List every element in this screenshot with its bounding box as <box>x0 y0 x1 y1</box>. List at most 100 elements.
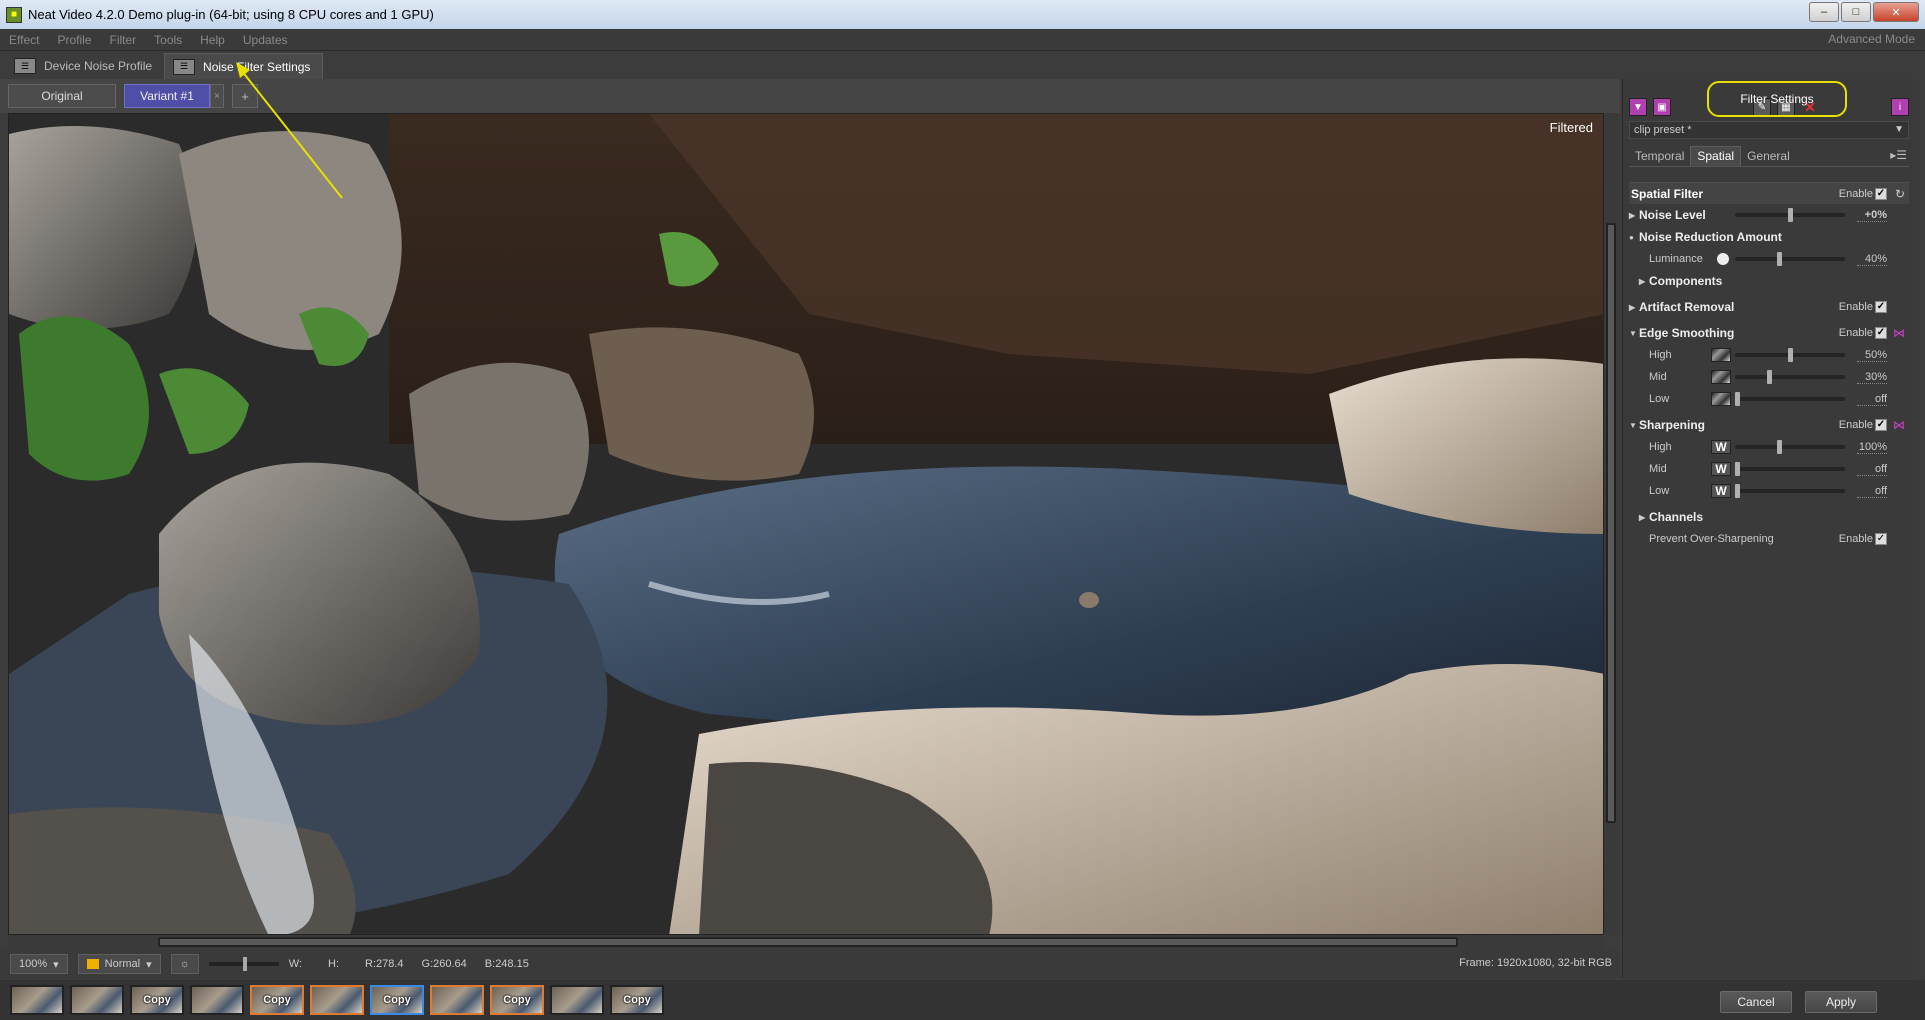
slider-knob[interactable] <box>1767 370 1772 384</box>
zoom-value: 100% <box>19 958 48 970</box>
edge-mid-value[interactable]: 30% <box>1857 371 1887 384</box>
original-button[interactable]: Original <box>8 84 116 108</box>
frame-thumbnail[interactable] <box>430 985 484 1015</box>
preset-dropdown[interactable]: clip preset * ▼ <box>1629 121 1909 139</box>
maximize-button[interactable]: □ <box>1841 2 1871 22</box>
tab-temporal[interactable]: Temporal <box>1629 146 1690 166</box>
edge-mid-slider[interactable] <box>1735 370 1845 384</box>
mask-icon[interactable]: ⋈ <box>1893 326 1905 340</box>
preset-value: clip preset * <box>1634 124 1692 136</box>
w-readout: W: <box>288 958 302 970</box>
frame-thumbnail[interactable]: Copy <box>370 985 424 1015</box>
blend-mode-dropdown[interactable]: Normal ▾ <box>77 954 161 974</box>
tab-general[interactable]: General <box>1741 146 1796 166</box>
menu-profile[interactable]: Profile <box>48 33 100 47</box>
save-preset-icon[interactable]: ▣ <box>1653 98 1671 116</box>
sharpen-high-slider[interactable] <box>1735 440 1845 454</box>
frame-thumbnail[interactable]: Copy <box>250 985 304 1015</box>
prevent-over-sharpening-checkbox[interactable]: ✓ <box>1875 533 1887 545</box>
channels-row[interactable]: ▶ Channels <box>1629 506 1909 528</box>
open-preset-icon[interactable]: ▼ <box>1629 98 1647 116</box>
panel-menu-icon[interactable]: ▸☰ <box>1890 148 1907 162</box>
slider-knob[interactable] <box>1777 440 1782 454</box>
slider-knob[interactable] <box>1735 484 1740 498</box>
edge-low-slider[interactable] <box>1735 392 1845 406</box>
sharpen-low-value[interactable]: off <box>1857 485 1887 498</box>
expand-icon[interactable]: ▶ <box>1639 277 1649 286</box>
menu-updates[interactable]: Updates <box>234 33 297 47</box>
expand-icon[interactable]: ▶ <box>1639 513 1649 522</box>
sharpen-low-slider[interactable] <box>1735 484 1845 498</box>
menu-help[interactable]: Help <box>191 33 234 47</box>
spatial-filter-header: Spatial Filter Enable ✓ ↻ <box>1629 182 1909 204</box>
sharpen-high-row: High W 100% <box>1629 436 1909 458</box>
expand-icon[interactable]: ▶ <box>1629 211 1639 220</box>
add-variant-button[interactable]: + <box>232 84 258 108</box>
slider-knob[interactable] <box>1788 208 1793 222</box>
horizontal-scrollbar[interactable] <box>8 935 1604 949</box>
variant-close-button[interactable]: × <box>210 84 224 108</box>
noise-level-row: ▶ Noise Level +0% <box>1629 204 1909 226</box>
collapse-icon[interactable]: ▼ <box>1629 329 1639 338</box>
noise-level-value[interactable]: +0% <box>1857 209 1887 222</box>
menu-tools[interactable]: Tools <box>145 33 191 47</box>
artifact-removal-enable-checkbox[interactable]: ✓ <box>1875 301 1887 313</box>
filter-settings-panel: ▼ ▣ ✎ ▦ ✕ i Filter Settings clip preset … <box>1622 79 1913 978</box>
prevent-over-sharpening-row: Prevent Over-Sharpening Enable ✓ <box>1629 528 1909 550</box>
mode-tabs: ☰ Device Noise Profile ☰ Noise Filter Se… <box>0 51 1925 79</box>
mask-icon[interactable]: ⋈ <box>1893 418 1905 432</box>
reset-icon[interactable]: ↻ <box>1895 187 1905 201</box>
enable-label: Enable <box>1838 187 1873 200</box>
luminance-slider[interactable] <box>1735 252 1845 266</box>
tab-spatial[interactable]: Spatial <box>1690 145 1742 166</box>
close-button[interactable]: ✕ <box>1873 2 1919 22</box>
sharpen-mid-slider[interactable] <box>1735 462 1845 476</box>
expand-icon[interactable]: ▶ <box>1629 303 1639 312</box>
brightness-button[interactable]: ☼ <box>170 954 199 974</box>
frame-thumbnail[interactable]: Copy <box>490 985 544 1015</box>
collapse-icon[interactable]: ▼ <box>1629 421 1639 430</box>
components-row[interactable]: ▶ Components <box>1629 270 1909 292</box>
advanced-mode-label[interactable]: Advanced Mode <box>1828 32 1915 46</box>
exposure-slider[interactable] <box>208 957 279 971</box>
sharpening-enable-checkbox[interactable]: ✓ <box>1875 419 1887 431</box>
frame-thumbnail[interactable]: Copy <box>130 985 184 1015</box>
sharpen-mid-value[interactable]: off <box>1857 463 1887 476</box>
b-readout: B:248.15 <box>484 958 529 970</box>
slider-knob[interactable] <box>1735 462 1740 476</box>
sharpen-high-value[interactable]: 100% <box>1857 441 1887 454</box>
edge-smoothing-enable-checkbox[interactable]: ✓ <box>1875 327 1887 339</box>
slider-knob[interactable] <box>1777 252 1782 266</box>
spatial-filter-enable-checkbox[interactable]: ✓ <box>1875 187 1887 200</box>
info-icon[interactable]: i <box>1891 98 1909 116</box>
slider-knob[interactable] <box>1788 348 1793 362</box>
edge-low-value[interactable]: off <box>1857 393 1887 406</box>
preview-viewer[interactable]: Filtered <box>8 113 1604 935</box>
edge-smoothing-row: ▼ Edge Smoothing Enable ✓ ⋈ <box>1629 322 1909 344</box>
menu-filter[interactable]: Filter <box>100 33 145 47</box>
tab-noise-filter-settings[interactable]: ☰ Noise Filter Settings <box>164 53 324 79</box>
frame-thumbnail[interactable]: Copy <box>610 985 664 1015</box>
edge-high-value[interactable]: 50% <box>1857 349 1887 362</box>
frame-thumbnail[interactable] <box>550 985 604 1015</box>
noise-level-slider[interactable] <box>1735 208 1845 222</box>
luminance-value[interactable]: 40% <box>1857 253 1887 266</box>
row-label: Edge Smoothing <box>1639 326 1735 340</box>
chevron-down-icon: ▾ <box>53 958 59 971</box>
cancel-button[interactable]: Cancel <box>1720 991 1792 1013</box>
apply-button[interactable]: Apply <box>1805 991 1877 1013</box>
variant-button[interactable]: Variant #1 <box>124 84 210 108</box>
slider-knob[interactable] <box>1735 392 1740 406</box>
preview-image <box>9 114 1603 934</box>
frame-thumbnail[interactable] <box>190 985 244 1015</box>
frame-thumbnail[interactable] <box>310 985 364 1015</box>
vertical-scrollbar[interactable] <box>1604 113 1618 935</box>
menu-effect[interactable]: Effect <box>0 33 48 47</box>
frame-thumbnail[interactable] <box>10 985 64 1015</box>
minimize-button[interactable]: – <box>1809 2 1839 22</box>
frame-thumbnail[interactable] <box>70 985 124 1015</box>
row-label: Luminance <box>1649 253 1703 265</box>
tab-device-noise-profile[interactable]: ☰ Device Noise Profile <box>6 53 164 79</box>
zoom-dropdown[interactable]: 100% ▾ <box>10 954 68 974</box>
edge-high-slider[interactable] <box>1735 348 1845 362</box>
